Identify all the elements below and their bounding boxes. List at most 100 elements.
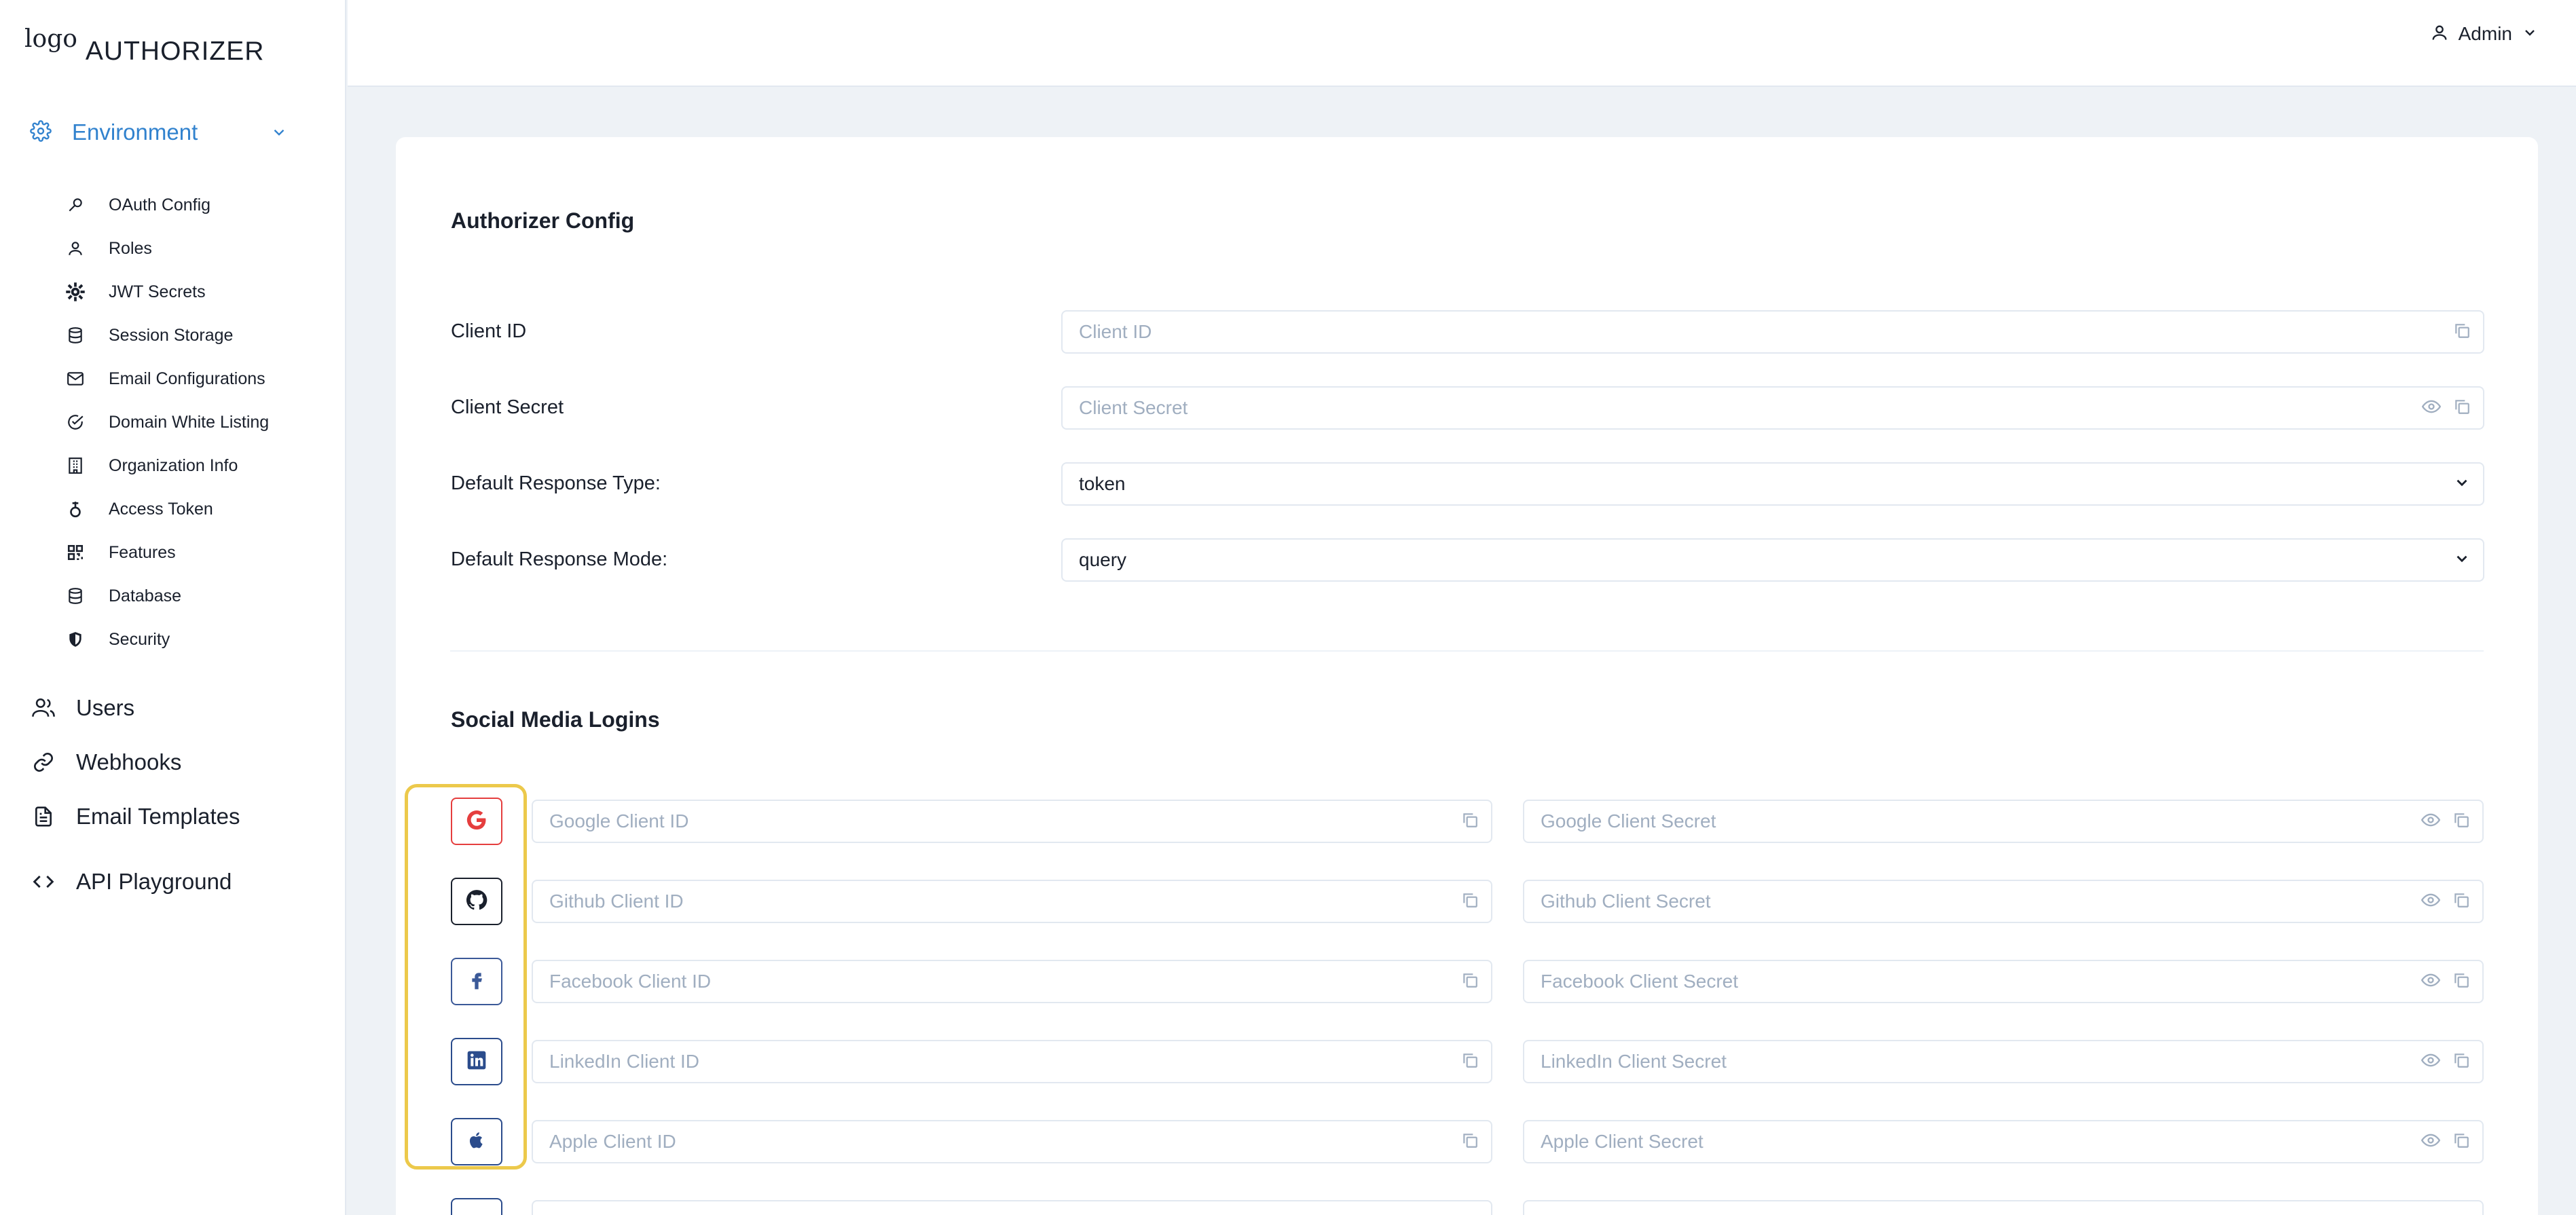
sidebar-item-session-storage[interactable]: Session Storage xyxy=(65,314,269,357)
next-provider-client-id-field[interactable] xyxy=(532,1200,1492,1215)
token-icon xyxy=(65,499,86,519)
facebook-icon xyxy=(466,969,487,994)
client-id-field[interactable]: Client ID xyxy=(1061,310,2484,354)
github-client-secret-field[interactable]: Github Client Secret xyxy=(1523,880,2484,923)
section-title-social-logins: Social Media Logins xyxy=(451,707,660,732)
chevron-down-icon xyxy=(2522,24,2538,44)
sidebar-item-users[interactable]: Users xyxy=(31,688,240,728)
github-icon xyxy=(465,889,488,915)
sidebar-item-oauth-config[interactable]: OAuth Config xyxy=(65,183,269,227)
shield-icon xyxy=(65,629,86,650)
eye-icon[interactable] xyxy=(2421,971,2441,993)
eye-icon[interactable] xyxy=(2421,810,2441,833)
github-client-id-field[interactable]: Github Client ID xyxy=(532,880,1492,923)
code-icon xyxy=(31,870,56,894)
facebook-client-id-placeholder: Facebook Client ID xyxy=(549,971,712,992)
github-login-button[interactable] xyxy=(451,878,502,925)
sidebar-item-domain-white-listing[interactable]: Domain White Listing xyxy=(65,400,269,444)
config-card: Authorizer Config Client ID Client ID Cl… xyxy=(396,137,2538,1215)
eye-icon[interactable] xyxy=(2421,1131,2441,1153)
sidebar-environment[interactable]: Environment xyxy=(30,114,301,151)
sidebar-item-email-templates[interactable]: Email Templates xyxy=(31,796,240,837)
eye-icon[interactable] xyxy=(2421,1051,2441,1073)
sidebar-item-label: Webhooks xyxy=(76,749,182,774)
client-id-placeholder: Client ID xyxy=(1079,321,1152,342)
database-icon xyxy=(65,586,86,606)
google-icon xyxy=(465,808,488,835)
google-client-id-field[interactable]: Google Client ID xyxy=(532,800,1492,843)
response-type-select[interactable]: token xyxy=(1061,462,2484,506)
section-divider xyxy=(450,650,2484,652)
facebook-client-id-field[interactable]: Facebook Client ID xyxy=(532,960,1492,1003)
environment-submenu: OAuth Config Roles JWT Secrets Session S… xyxy=(65,183,269,661)
copy-icon[interactable] xyxy=(2453,398,2471,419)
sidebar-item-features[interactable]: Features xyxy=(65,531,269,574)
gear-icon xyxy=(65,282,86,302)
apple-client-secret-field[interactable]: Apple Client Secret xyxy=(1523,1120,2484,1163)
brand-name: AUTHORIZER xyxy=(85,37,265,66)
client-secret-placeholder: Client Secret xyxy=(1079,397,1188,418)
main-nav: Users Webhooks Email Templates API Playg… xyxy=(31,688,240,902)
response-type-label: Default Response Type: xyxy=(451,472,661,494)
linkedin-client-id-placeholder: LinkedIn Client ID xyxy=(549,1051,700,1072)
eye-icon[interactable] xyxy=(2421,397,2442,419)
copy-icon[interactable] xyxy=(2452,891,2470,912)
sidebar-item-access-token[interactable]: Access Token xyxy=(65,487,269,531)
sidebar-item-jwt-secrets[interactable]: JWT Secrets xyxy=(65,270,269,314)
copy-icon[interactable] xyxy=(2452,811,2470,832)
next-provider-login-button[interactable] xyxy=(451,1198,502,1215)
sidebar-item-label: Features xyxy=(109,542,176,562)
link-icon xyxy=(31,750,56,774)
linkedin-client-secret-placeholder: LinkedIn Client Secret xyxy=(1541,1051,1727,1072)
copy-icon[interactable] xyxy=(1461,971,1479,992)
linkedin-login-button[interactable] xyxy=(451,1038,502,1085)
sidebar-item-label: Domain White Listing xyxy=(109,412,270,432)
copy-icon[interactable] xyxy=(1461,1132,1479,1153)
client-secret-label: Client Secret xyxy=(451,396,564,418)
brand[interactable]: logo AUTHORIZER xyxy=(24,27,264,67)
sidebar-item-security[interactable]: Security xyxy=(65,618,269,661)
database-icon xyxy=(65,325,86,345)
sidebar-item-label: API Playground xyxy=(76,869,232,894)
github-client-secret-placeholder: Github Client Secret xyxy=(1541,891,1711,912)
copy-icon[interactable] xyxy=(2452,971,2470,992)
users-icon xyxy=(31,696,56,720)
copy-icon[interactable] xyxy=(1461,891,1479,912)
sidebar-item-organization-info[interactable]: Organization Info xyxy=(65,444,269,487)
google-login-button[interactable] xyxy=(451,798,502,845)
client-secret-field[interactable]: Client Secret xyxy=(1061,386,2484,430)
copy-icon[interactable] xyxy=(2453,322,2471,343)
facebook-client-secret-field[interactable]: Facebook Client Secret xyxy=(1523,960,2484,1003)
eye-icon[interactable] xyxy=(2421,891,2441,913)
apple-client-id-field[interactable]: Apple Client ID xyxy=(532,1120,1492,1163)
facebook-login-button[interactable] xyxy=(451,958,502,1005)
user-icon xyxy=(65,238,86,259)
sidebar-item-roles[interactable]: Roles xyxy=(65,227,269,270)
sidebar-item-database[interactable]: Database xyxy=(65,574,269,618)
google-client-secret-field[interactable]: Google Client Secret xyxy=(1523,800,2484,843)
environment-label: Environment xyxy=(72,119,198,145)
next-provider-client-secret-field[interactable] xyxy=(1523,1200,2484,1215)
copy-icon[interactable] xyxy=(1461,1051,1479,1072)
copy-icon[interactable] xyxy=(1461,811,1479,832)
chevron-down-icon xyxy=(2453,550,2471,571)
sidebar: logo AUTHORIZER Environment OAuth Config… xyxy=(0,0,346,1215)
response-type-value: token xyxy=(1079,473,1126,494)
copy-icon[interactable] xyxy=(2452,1132,2470,1153)
sidebar-item-label: Roles xyxy=(109,238,152,258)
client-id-label: Client ID xyxy=(451,320,527,342)
facebook-client-secret-placeholder: Facebook Client Secret xyxy=(1541,971,1739,992)
response-mode-select[interactable]: query xyxy=(1061,538,2484,582)
sidebar-item-api-playground[interactable]: API Playground xyxy=(31,861,240,902)
key-icon xyxy=(65,195,86,215)
linkedin-client-id-field[interactable]: LinkedIn Client ID xyxy=(532,1040,1492,1083)
copy-icon[interactable] xyxy=(2452,1051,2470,1072)
check-circle-icon xyxy=(65,412,86,432)
user-menu[interactable]: Admin xyxy=(2430,20,2538,48)
sidebar-item-webhooks[interactable]: Webhooks xyxy=(31,742,240,783)
response-mode-label: Default Response Mode: xyxy=(451,548,668,570)
apple-login-button[interactable] xyxy=(451,1118,502,1165)
linkedin-client-secret-field[interactable]: LinkedIn Client Secret xyxy=(1523,1040,2484,1083)
sidebar-item-label: Email Configurations xyxy=(109,369,265,388)
sidebar-item-email-configurations[interactable]: Email Configurations xyxy=(65,357,269,400)
